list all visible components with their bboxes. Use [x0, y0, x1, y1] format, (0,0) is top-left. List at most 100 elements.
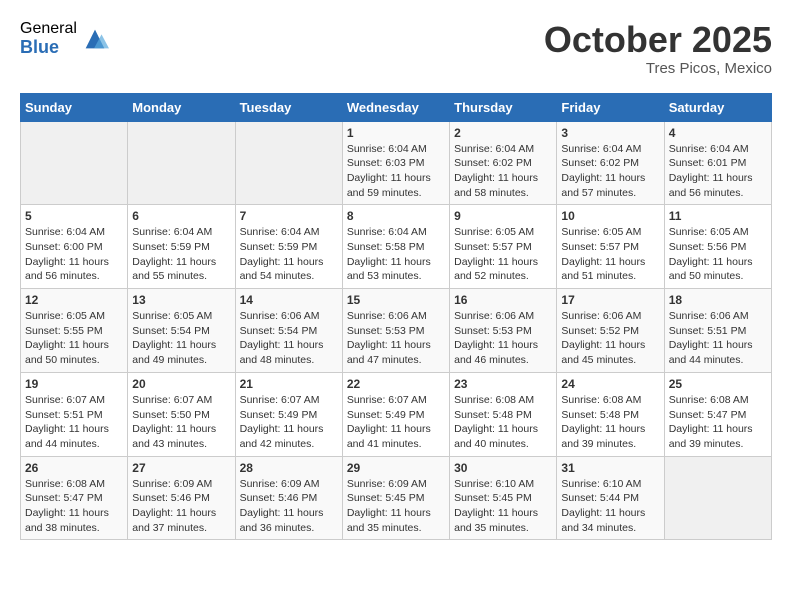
calendar-day-cell: 22 Sunrise: 6:07 AMSunset: 5:49 PMDayligh… [342, 372, 449, 456]
day-number: 10 [561, 209, 659, 223]
day-info: Sunrise: 6:04 AMSunset: 6:02 PMDaylight:… [454, 142, 552, 201]
location: Tres Picos, Mexico [544, 60, 772, 77]
day-info: Sunrise: 6:07 AMSunset: 5:49 PMDaylight:… [347, 393, 445, 452]
calendar-day-cell: 31 Sunrise: 6:10 AMSunset: 5:44 PMDayligh… [557, 456, 664, 540]
day-info: Sunrise: 6:04 AMSunset: 5:59 PMDaylight:… [132, 225, 230, 284]
day-info: Sunrise: 6:07 AMSunset: 5:49 PMDaylight:… [240, 393, 338, 452]
day-info: Sunrise: 6:10 AMSunset: 5:44 PMDaylight:… [561, 477, 659, 536]
day-number: 4 [669, 126, 767, 140]
calendar-day-cell: 17 Sunrise: 6:06 AMSunset: 5:52 PMDayligh… [557, 289, 664, 373]
calendar-week-row: 26Sunrise: 6:08 AMSunset: 5:47 PMDayligh… [21, 456, 772, 540]
calendar-day-cell: 27 Sunrise: 6:09 AMSunset: 5:46 PMDayligh… [128, 456, 235, 540]
day-info: Sunrise: 6:06 AMSunset: 5:54 PMDaylight:… [240, 309, 338, 368]
day-number: 27 [132, 461, 230, 475]
day-info: Sunrise: 6:04 AMSunset: 5:59 PMDaylight:… [240, 225, 338, 284]
calendar-day-cell: 9Sunrise: 6:05 AMSunset: 5:57 PMDaylight… [450, 205, 557, 289]
day-info: Sunrise: 6:06 AMSunset: 5:51 PMDaylight:… [669, 309, 767, 368]
day-number: 21 [240, 377, 338, 391]
day-info: Sunrise: 6:05 AMSunset: 5:56 PMDaylight:… [669, 225, 767, 284]
calendar-day-cell: 10 Sunrise: 6:05 AMSunset: 5:57 PMDayligh… [557, 205, 664, 289]
day-number: 28 [240, 461, 338, 475]
day-info: Sunrise: 6:09 AMSunset: 5:46 PMDaylight:… [132, 477, 230, 536]
calendar-table: SundayMondayTuesdayWednesdayThursdayFrid… [20, 93, 772, 541]
calendar-day-cell: 16 Sunrise: 6:06 AMSunset: 5:53 PMDayligh… [450, 289, 557, 373]
logo-general: General [20, 20, 77, 38]
day-number: 7 [240, 209, 338, 223]
calendar-day-cell: 3 Sunrise: 6:04 AMSunset: 6:02 PMDaylight… [557, 121, 664, 205]
day-info: Sunrise: 6:04 AMSunset: 6:03 PMDaylight:… [347, 142, 445, 201]
day-info: Sunrise: 6:08 AMSunset: 5:48 PMDaylight:… [561, 393, 659, 452]
calendar-day-cell: 21 Sunrise: 6:07 AMSunset: 5:49 PMDayligh… [235, 372, 342, 456]
calendar-header-row: SundayMondayTuesdayWednesdayThursdayFrid… [21, 93, 772, 121]
calendar-day-cell: 23 Sunrise: 6:08 AMSunset: 5:48 PMDayligh… [450, 372, 557, 456]
calendar-day-cell: 18 Sunrise: 6:06 AMSunset: 5:51 PMDayligh… [664, 289, 771, 373]
logo-blue: Blue [20, 38, 77, 58]
weekday-header: Sunday [21, 93, 128, 121]
day-number: 1 [347, 126, 445, 140]
calendar-day-cell: 14 Sunrise: 6:06 AMSunset: 5:54 PMDayligh… [235, 289, 342, 373]
day-number: 20 [132, 377, 230, 391]
day-number: 12 [25, 293, 123, 307]
day-info: Sunrise: 6:06 AMSunset: 5:53 PMDaylight:… [454, 309, 552, 368]
calendar-day-cell: 25 Sunrise: 6:08 AMSunset: 5:47 PMDayligh… [664, 372, 771, 456]
day-number: 17 [561, 293, 659, 307]
day-info: Sunrise: 6:08 AMSunset: 5:47 PMDaylight:… [669, 393, 767, 452]
day-info: Sunrise: 6:09 AMSunset: 5:46 PMDaylight:… [240, 477, 338, 536]
calendar-day-cell: 20Sunrise: 6:07 AMSunset: 5:50 PMDayligh… [128, 372, 235, 456]
weekday-header: Monday [128, 93, 235, 121]
calendar-day-cell: 4 Sunrise: 6:04 AMSunset: 6:01 PMDaylight… [664, 121, 771, 205]
calendar-day-cell: 19Sunrise: 6:07 AMSunset: 5:51 PMDayligh… [21, 372, 128, 456]
weekday-header: Thursday [450, 93, 557, 121]
page-header: General Blue October 2025 Tres Picos, Me… [20, 20, 772, 77]
day-info: Sunrise: 6:04 AMSunset: 6:00 PMDaylight:… [25, 225, 123, 284]
day-info: Sunrise: 6:06 AMSunset: 5:52 PMDaylight:… [561, 309, 659, 368]
day-info: Sunrise: 6:04 AMSunset: 6:02 PMDaylight:… [561, 142, 659, 201]
calendar-day-cell: 15 Sunrise: 6:06 AMSunset: 5:53 PMDayligh… [342, 289, 449, 373]
day-number: 13 [132, 293, 230, 307]
calendar-week-row: 12Sunrise: 6:05 AMSunset: 5:55 PMDayligh… [21, 289, 772, 373]
calendar-day-cell: 8Sunrise: 6:04 AMSunset: 5:58 PMDaylight… [342, 205, 449, 289]
day-info: Sunrise: 6:05 AMSunset: 5:57 PMDaylight:… [454, 225, 552, 284]
day-info: Sunrise: 6:08 AMSunset: 5:48 PMDaylight:… [454, 393, 552, 452]
day-info: Sunrise: 6:09 AMSunset: 5:45 PMDaylight:… [347, 477, 445, 536]
day-number: 31 [561, 461, 659, 475]
day-number: 24 [561, 377, 659, 391]
weekday-header: Friday [557, 93, 664, 121]
weekday-header: Tuesday [235, 93, 342, 121]
day-number: 30 [454, 461, 552, 475]
day-info: Sunrise: 6:04 AMSunset: 6:01 PMDaylight:… [669, 142, 767, 201]
day-number: 16 [454, 293, 552, 307]
logo-icon [81, 25, 109, 53]
weekday-header: Wednesday [342, 93, 449, 121]
calendar-day-cell [235, 121, 342, 205]
day-number: 22 [347, 377, 445, 391]
day-info: Sunrise: 6:05 AMSunset: 5:54 PMDaylight:… [132, 309, 230, 368]
logo-text: General Blue [20, 20, 77, 57]
logo: General Blue [20, 20, 109, 57]
calendar-week-row: 5Sunrise: 6:04 AMSunset: 6:00 PMDaylight… [21, 205, 772, 289]
calendar-day-cell [128, 121, 235, 205]
day-number: 6 [132, 209, 230, 223]
calendar-day-cell: 1 Sunrise: 6:04 AMSunset: 6:03 PMDaylight… [342, 121, 449, 205]
calendar-day-cell: 26Sunrise: 6:08 AMSunset: 5:47 PMDayligh… [21, 456, 128, 540]
day-number: 3 [561, 126, 659, 140]
calendar-day-cell: 5Sunrise: 6:04 AMSunset: 6:00 PMDaylight… [21, 205, 128, 289]
day-number: 25 [669, 377, 767, 391]
day-number: 29 [347, 461, 445, 475]
day-number: 14 [240, 293, 338, 307]
day-info: Sunrise: 6:10 AMSunset: 5:45 PMDaylight:… [454, 477, 552, 536]
day-info: Sunrise: 6:05 AMSunset: 5:57 PMDaylight:… [561, 225, 659, 284]
calendar-day-cell [664, 456, 771, 540]
calendar-day-cell: 13 Sunrise: 6:05 AMSunset: 5:54 PMDayligh… [128, 289, 235, 373]
day-number: 11 [669, 209, 767, 223]
calendar-day-cell: 6 Sunrise: 6:04 AMSunset: 5:59 PMDaylight… [128, 205, 235, 289]
day-number: 18 [669, 293, 767, 307]
calendar-day-cell: 29 Sunrise: 6:09 AMSunset: 5:45 PMDayligh… [342, 456, 449, 540]
calendar-week-row: 19Sunrise: 6:07 AMSunset: 5:51 PMDayligh… [21, 372, 772, 456]
calendar-day-cell [21, 121, 128, 205]
day-info: Sunrise: 6:07 AMSunset: 5:51 PMDaylight:… [25, 393, 123, 452]
day-number: 23 [454, 377, 552, 391]
title-block: October 2025 Tres Picos, Mexico [544, 20, 772, 77]
day-number: 15 [347, 293, 445, 307]
day-info: Sunrise: 6:06 AMSunset: 5:53 PMDaylight:… [347, 309, 445, 368]
